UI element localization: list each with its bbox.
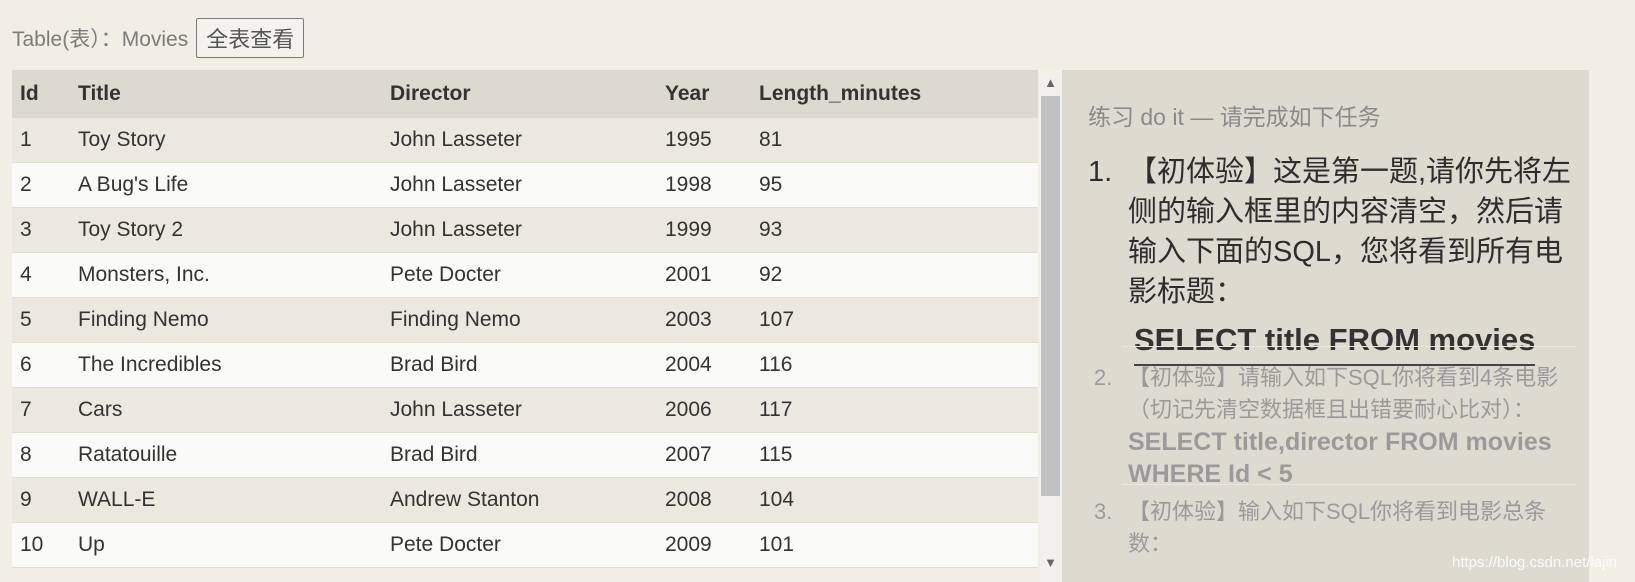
- table-name-label: Table(表）：Movies: [12, 28, 189, 51]
- table-cell: 4: [12, 252, 70, 298]
- table-cell: 6: [12, 342, 70, 388]
- table-cell: 107: [751, 297, 1038, 343]
- table-row: 2 A Bug's Life John Lasseter 1998 95: [12, 162, 1038, 208]
- divider: [1122, 484, 1577, 485]
- table-cell: 116: [751, 342, 1038, 388]
- task-number: 2.: [1094, 365, 1113, 390]
- table-cell: Brad Bird: [382, 342, 657, 388]
- table-cell: A Bug's Life: [70, 162, 382, 208]
- divider: [1122, 346, 1577, 347]
- table-row: 3 Toy Story 2 John Lasseter 1999 93: [12, 207, 1038, 253]
- table-scrollbar[interactable]: ▲ ▼: [1039, 70, 1062, 582]
- table-cell: 92: [751, 252, 1038, 298]
- scroll-up-icon[interactable]: ▲: [1039, 72, 1062, 94]
- table-cell: 7: [12, 387, 70, 433]
- table-cell: 2006: [657, 387, 751, 433]
- task-item-2: 2. 【初体验】请输入如下SQL你将看到4条电影（切记先清空数据框且出错要耐心比…: [1088, 362, 1578, 490]
- table-cell: Andrew Stanton: [382, 477, 657, 523]
- table-cell: 95: [751, 162, 1038, 208]
- scroll-down-icon[interactable]: ▼: [1039, 552, 1062, 574]
- column-header: Id: [20, 82, 39, 105]
- table-header-row: Id Title Director Year Length_minutes: [12, 70, 1038, 118]
- movies-table-container: Id Title Director Year Length_minutes 1 …: [12, 70, 1062, 582]
- movies-table: Id Title Director Year Length_minutes 1 …: [12, 70, 1038, 568]
- table-cell: 8: [12, 432, 70, 478]
- table-cell: John Lasseter: [382, 207, 657, 253]
- table-cell: 1999: [657, 207, 751, 253]
- task-item-3: 3. 【初体验】输入如下SQL你将看到电影总条数：: [1088, 496, 1578, 560]
- table-cell: Brad Bird: [382, 432, 657, 478]
- table-cell: WALL-E: [70, 477, 382, 523]
- table-row: 7 Cars John Lasseter 2006 117: [12, 387, 1038, 433]
- scrollbar-thumb[interactable]: [1041, 96, 1060, 496]
- column-header: Length_minutes: [759, 82, 922, 105]
- table-cell: 117: [751, 387, 1038, 433]
- table-cell: Pete Docter: [382, 252, 657, 298]
- table-row: 5 Finding Nemo Finding Nemo 2003 107: [12, 297, 1038, 343]
- table-row: 4 Monsters, Inc. Pete Docter 2001 92: [12, 252, 1038, 298]
- table-cell: Toy Story 2: [70, 207, 382, 253]
- table-cell: John Lasseter: [382, 118, 657, 163]
- table-row: 1 Toy Story John Lasseter 1995 81: [12, 118, 1038, 163]
- view-all-button[interactable]: 全表查看: [196, 18, 305, 58]
- task-text: 【初体验】输入如下SQL你将看到电影总条数：: [1128, 499, 1547, 556]
- table-cell: 115: [751, 432, 1038, 478]
- table-cell: 9: [12, 477, 70, 523]
- task-text: 【初体验】请输入如下SQL你将看到4条电影（切记先清空数据框且出错要耐心比对）：: [1128, 365, 1559, 422]
- table-cell: John Lasseter: [382, 162, 657, 208]
- table-cell: Toy Story: [70, 118, 382, 163]
- table-cell: Finding Nemo: [382, 297, 657, 343]
- table-cell: The Incredibles: [70, 342, 382, 388]
- task-number: 3.: [1094, 499, 1113, 524]
- toolbar: Table(表）：Movies 全表查看: [12, 18, 305, 58]
- task-number: 1.: [1088, 156, 1113, 188]
- table-cell: 2009: [657, 522, 751, 568]
- table-cell: Up: [70, 522, 382, 568]
- table-cell: Finding Nemo: [70, 297, 382, 343]
- watermark: https://blog.csdn.net/lajin: [1452, 554, 1618, 571]
- table-cell: 10: [12, 522, 70, 568]
- exercise-panel: 练习 do it — 请完成如下任务 1. 【初体验】这是第一题,请你先将左侧的…: [1062, 70, 1589, 582]
- table-cell: 2: [12, 162, 70, 208]
- table-cell: 1995: [657, 118, 751, 163]
- table-row: 10 Up Pete Docter 2009 101: [12, 522, 1038, 568]
- table-cell: 81: [751, 118, 1038, 163]
- task-item-1: 1. 【初体验】这是第一题,请你先将左侧的输入框里的内容清空，然后请输入下面的S…: [1088, 152, 1578, 366]
- table-row: 6 The Incredibles Brad Bird 2004 116: [12, 342, 1038, 388]
- task-text: 【初体验】这是第一题,请你先将左侧的输入框里的内容清空，然后请输入下面的SQL，…: [1128, 156, 1572, 308]
- table-cell: 5: [12, 297, 70, 343]
- task-sql: SELECT title FROM movies: [1134, 318, 1536, 366]
- column-header: Year: [665, 82, 710, 105]
- table-cell: 2004: [657, 342, 751, 388]
- table-cell: Cars: [70, 387, 382, 433]
- column-header: Director: [390, 82, 471, 105]
- table-cell: 93: [751, 207, 1038, 253]
- table-row: 8 Ratatouille Brad Bird 2007 115: [12, 432, 1038, 478]
- table-cell: 1: [12, 118, 70, 163]
- table-cell: 1998: [657, 162, 751, 208]
- table-cell: 2008: [657, 477, 751, 523]
- table-cell: Pete Docter: [382, 522, 657, 568]
- table-cell: 3: [12, 207, 70, 253]
- table-cell: Monsters, Inc.: [70, 252, 382, 298]
- table-cell: 2003: [657, 297, 751, 343]
- table-cell: 2001: [657, 252, 751, 298]
- panel-heading: 练习 do it — 请完成如下任务: [1088, 104, 1381, 130]
- table-cell: 101: [751, 522, 1038, 568]
- table-cell: John Lasseter: [382, 387, 657, 433]
- table-row: 9 WALL-E Andrew Stanton 2008 104: [12, 477, 1038, 523]
- table-cell: 104: [751, 477, 1038, 523]
- table-cell: 2007: [657, 432, 751, 478]
- column-header: Title: [78, 82, 121, 105]
- table-cell: Ratatouille: [70, 432, 382, 478]
- task-sql: SELECT title,director FROM movies WHERE …: [1128, 428, 1552, 488]
